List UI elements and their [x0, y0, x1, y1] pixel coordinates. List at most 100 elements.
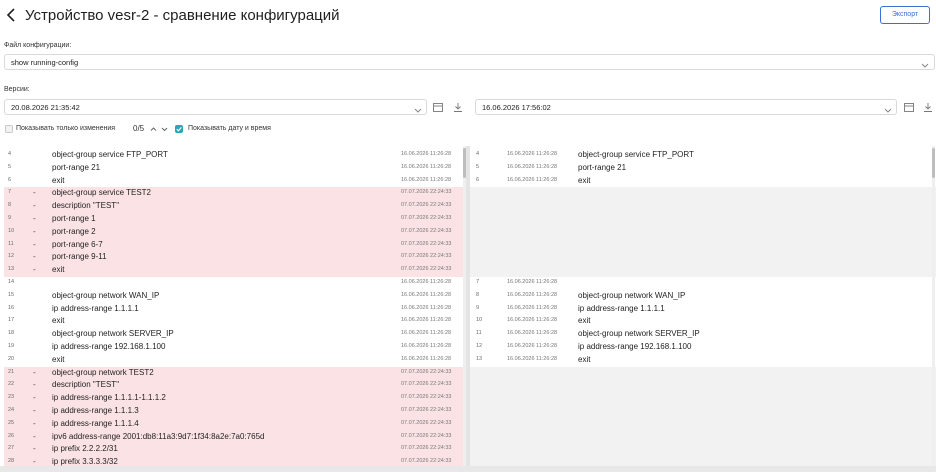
config-line: port-range 21 [578, 162, 627, 172]
line-timestamp: 07.07.2026 22:24:33 [401, 189, 452, 196]
diff-row: 12 - 07.07.2026 22:24:33 port-range 9-11 [4, 251, 468, 265]
line-number: 5 [8, 163, 12, 170]
only-changes-checkbox[interactable] [5, 125, 13, 133]
line-number: 7 [476, 279, 480, 285]
line-timestamp: 16.06.2026 11:26:28 [507, 279, 558, 285]
line-number: 10 [476, 317, 483, 324]
config-line: ip address-range 1.1.1.1 [578, 303, 665, 313]
config-line: object-group service FTP_PORT [578, 150, 694, 159]
line-timestamp: 16.06.2026 11:26:28 [401, 330, 452, 337]
config-line: ip address-range 1.1.1.4 [52, 418, 139, 428]
back-arrow-icon[interactable] [4, 6, 20, 24]
diff-row: 8 16.06.2026 11:26:28 object-group network… [470, 290, 936, 303]
config-file-value: show running-config [11, 58, 79, 67]
line-number: 8 [8, 202, 12, 209]
diff-row: 17 16.06.2026 11:26:28 exit [4, 315, 468, 328]
line-timestamp: 16.06.2026 11:26:28 [507, 291, 558, 298]
calendar-icon[interactable] [902, 100, 916, 114]
diff-row: 21 - 07.07.2026 22:24:33 object-group netwo… [4, 366, 468, 380]
diff-row: 7 - 07.07.2026 22:24:33 object-group servic… [4, 187, 468, 201]
left-version-select[interactable]: 20.08.2026 21:35:42 [4, 99, 427, 115]
diff-row: 5 16.06.2026 11:26:28 port-range 21 [470, 162, 936, 175]
line-number: 10 [8, 227, 15, 234]
diff-row: 13 16.06.2026 11:26:28 exit [470, 354, 936, 367]
line-number: 15 [8, 291, 15, 298]
line-timestamp: 16.06.2026 11:26:28 [507, 355, 558, 362]
chevron-up-icon[interactable] [149, 124, 158, 134]
chevron-down-icon [920, 57, 930, 68]
diff-row: 6 16.06.2026 11:26:28 exit [4, 175, 468, 188]
line-timestamp: 07.07.2026 22:24:33 [401, 407, 452, 413]
diff-marker: - [33, 188, 36, 198]
chevron-down-icon [883, 102, 893, 113]
line-number: 12 [8, 253, 15, 260]
diff-row: 15 16.06.2026 11:26:28 object-group networ… [4, 290, 468, 303]
diff-row: 27 - 07.07.2026 22:24:33 ip prefix 2.2.2.2/… [4, 443, 468, 457]
right-scrollbar[interactable] [932, 146, 935, 472]
line-number: 14 [8, 279, 15, 285]
config-line: ipv6 address-range 2001:db8:11a3:9d7:1f3… [52, 431, 265, 441]
diff-marker: - [33, 393, 36, 403]
config-line: exit [52, 354, 65, 364]
diff-row: 5 16.06.2026 11:26:28 port-range 21 [4, 162, 468, 175]
diff-marker: - [33, 239, 36, 249]
diff-row: 14 16.06.2026 11:26:28 [4, 277, 468, 290]
scrollbar-thumb[interactable] [932, 148, 935, 178]
diff-row: 12 16.06.2026 11:26:28 ip address-range 19… [470, 341, 936, 354]
scrollbar-thumb[interactable] [463, 148, 466, 178]
diff-gap-row [470, 251, 936, 265]
diff-gap-row [470, 264, 936, 277]
diff-row: 19 16.06.2026 11:26:28 ip address-range 19… [4, 341, 468, 354]
export-button[interactable]: Экспорт [880, 6, 930, 24]
diff-row: 8 - 07.07.2026 22:24:33 description "TEST" [4, 200, 468, 213]
versions-label: Версии: [4, 86, 30, 93]
config-line: exit [52, 265, 65, 275]
diff-row: 9 - 07.07.2026 22:24:33 port-range 1 [4, 213, 468, 226]
config-line: port-range 6-7 [52, 239, 103, 249]
config-line: ip address-range 192.168.1.100 [578, 342, 692, 351]
show-datetime-checkbox[interactable] [175, 125, 183, 133]
diff-row: 20 16.06.2026 11:26:28 exit [4, 354, 468, 367]
line-timestamp: 16.06.2026 11:26:28 [507, 330, 558, 337]
diff-row: 9 16.06.2026 11:26:28 ip address-range 1.1… [470, 303, 936, 316]
diff-marker: - [33, 431, 36, 441]
diff-gap-row [470, 443, 936, 457]
diff-row: 25 - 07.07.2026 22:24:33 ip address-range 1… [4, 417, 468, 431]
config-line: exit [578, 175, 591, 185]
download-icon[interactable] [921, 100, 935, 114]
diff-row: 24 - 07.07.2026 22:24:33 ip address-range 1… [4, 405, 468, 418]
diff-gap-row [470, 200, 936, 213]
line-timestamp: 16.06.2026 11:26:28 [401, 163, 452, 170]
diff-gap-row [470, 392, 936, 405]
line-number: 25 [8, 419, 15, 426]
line-number: 4 [8, 151, 12, 157]
chevron-down-icon[interactable] [160, 124, 169, 134]
download-icon[interactable] [451, 100, 465, 114]
right-version-select[interactable]: 16.06.2026 17:56:02 [475, 99, 897, 115]
left-diff-panel: 4 16.06.2026 11:26:28 object-group service… [4, 146, 468, 472]
diff-marker: - [33, 418, 36, 428]
calendar-icon[interactable] [431, 100, 445, 114]
diff-marker: - [33, 457, 36, 467]
left-scrollbar[interactable] [463, 146, 466, 472]
line-number: 6 [8, 176, 12, 183]
line-timestamp: 07.07.2026 22:24:33 [401, 368, 452, 375]
config-line: exit [52, 175, 65, 185]
diff-gap-row [470, 238, 936, 252]
line-number: 27 [8, 445, 15, 452]
diff-row: 26 - 07.07.2026 22:24:33 ipv6 address-range… [4, 430, 468, 444]
line-number: 18 [8, 330, 15, 337]
horizontal-scrollbar[interactable] [0, 466, 936, 472]
line-timestamp: 16.06.2026 11:26:28 [401, 151, 452, 157]
line-number: 21 [8, 368, 15, 375]
diff-marker: - [33, 380, 36, 390]
page-header: Устройство vesr-2 - сравнение конфигурац… [0, 0, 936, 32]
config-file-select[interactable]: show running-config [4, 54, 935, 70]
line-timestamp: 07.07.2026 22:24:33 [401, 432, 452, 439]
diff-marker: - [33, 367, 36, 377]
config-line: description "TEST" [52, 201, 120, 211]
diff-row: 11 - 07.07.2026 22:24:33 port-range 6-7 [4, 238, 468, 252]
config-line: exit [578, 316, 591, 326]
diff-row: 18 16.06.2026 11:26:28 object-group networ… [4, 328, 468, 341]
line-number: 5 [476, 163, 480, 170]
